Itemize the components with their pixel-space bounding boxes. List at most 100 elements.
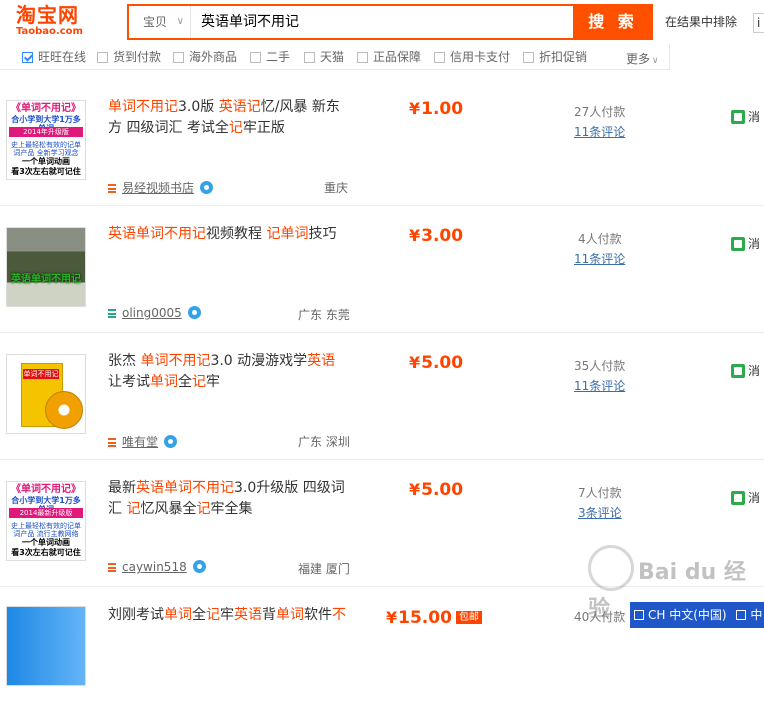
yen-sign: ¥ [409,353,421,372]
title-keyword-highlight: 英语单词不用记 [136,480,234,496]
thumb-text: 看3次左右就可记住 [11,548,81,557]
search-type-select[interactable]: 宝贝 ∨ [129,6,191,38]
product-thumbnail[interactable] [6,606,86,686]
consumer-protection-badge[interactable]: 消 [731,108,760,125]
search-input[interactable]: 英语单词不用记 [201,6,299,38]
title-text: 3.0 动漫游戏学 [210,353,308,369]
product-title[interactable]: 刘刚考试单词全记牢英语背单词软件不 [108,605,346,626]
seller-link[interactable]: oling0005 [108,306,201,320]
product-thumbnail[interactable]: 英语单词不用记 [6,227,86,307]
title-text: 全 [178,374,192,390]
shield-icon [731,110,745,124]
seller-rank-icon [108,309,116,318]
ime-text: CH 中文(中国) [648,608,727,622]
product-title[interactable]: 英语单词不用记视频教程 记单词技巧 [108,224,346,245]
title-text: 让考试 [108,374,150,390]
reviews-link[interactable]: 11条评论 [574,250,625,267]
filter-credit-card[interactable]: 信用卡支付 [434,50,510,64]
shield-icon [731,491,745,505]
title-keyword-highlight: 单词 [150,374,178,390]
cd-disc-image [45,391,83,429]
title-text: 视频教程 [206,226,267,242]
title-keyword-highlight: 英语 [307,353,336,369]
filter-wangwang-online[interactable]: 旺旺在线 [22,50,86,64]
title-text: 技巧 [308,226,337,242]
product-title[interactable]: 张杰 单词不用记3.0 动漫游戏学英语 让考试单词全记牢 [108,351,346,393]
thumb-text: 一个单词动画 [22,538,70,547]
checkbox-icon[interactable] [250,52,261,63]
seller-name: oling0005 [122,306,182,320]
checkbox-icon[interactable] [434,52,445,63]
reviews-link[interactable]: 3条评论 [578,504,622,521]
reviews-link[interactable]: 11条评论 [574,123,625,140]
more-filters-button[interactable]: 更多 ∨ [626,50,659,67]
search-button[interactable]: 搜 索 [573,4,653,40]
taobao-logo[interactable]: 淘宝网 Taobao.com [16,4,100,42]
filter-overseas[interactable]: 海外商品 [173,50,237,64]
title-text: 最新 [108,480,136,496]
title-text: 全 [192,607,206,623]
filter-bar: 旺旺在线 货到付款 海外商品 二手 天猫 正品保障 信用卡支付 折扣促销 更多 ∨ [0,44,670,70]
thumb-text: 一个单词动画 [22,157,70,166]
product-thumbnail[interactable]: 单词不用记 [6,354,86,434]
wangwang-icon[interactable] [164,435,178,448]
consumer-protection-badge[interactable]: 消 [731,235,760,252]
product-thumbnail[interactable]: 《单词不用记》 合小学到大学1万多单词 2014最新升级版 史上最轻松有效的记单… [6,481,86,561]
price-value: 3.00 [421,226,464,246]
seller-link[interactable]: 唯有堂 [108,433,178,450]
filter-second-hand[interactable]: 二手 [250,50,290,64]
title-keyword-highlight: 记 [196,501,211,517]
consumer-protection-badge[interactable]: 消 [731,489,760,506]
more-label: 更多 [626,52,651,66]
title-keyword-highlight: 不 [332,607,346,623]
title-text: 牢正版 [242,120,285,136]
checkbox-icon[interactable] [173,52,184,63]
checkbox-icon[interactable] [523,52,534,63]
title-keyword-highlight: 单词 [164,607,192,623]
consumer-protection-badge[interactable]: 消 [731,362,760,379]
location: 广东 深圳 [298,435,350,449]
sales-count: 27人付款 [574,105,626,119]
thumb-text: 史上最轻松有效的记单词产品 流行主教网络 [11,522,81,538]
thumb-text: 《单词不用记》 [11,484,81,495]
title-text: 软件 [304,607,332,623]
wangwang-icon[interactable] [192,560,206,573]
filter-cash-on-delivery[interactable]: 货到付款 [97,50,161,64]
thumb-text: 2014最新升级版 [9,508,83,518]
checkbox-icon[interactable] [304,52,315,63]
reviews-link[interactable]: 11条评论 [574,377,625,394]
filter-label: 天猫 [320,50,345,64]
filter-tmall[interactable]: 天猫 [304,50,344,64]
yen-sign: ¥ [409,226,421,245]
location: 重庆 [324,181,349,195]
exclude-label: 在结果中排除 [665,15,738,29]
title-keyword-highlight: 记 [126,501,141,517]
seller-link[interactable]: 易经视频书店 [108,179,214,196]
exclude-input[interactable]: i [753,13,764,33]
title-keyword-highlight: 记 [192,374,206,390]
title-text: 牢全集 [210,501,253,517]
checkbox-icon[interactable] [357,52,368,63]
filter-discount[interactable]: 折扣促销 [523,50,587,64]
title-keyword-highlight: 英语单词不用记 [108,226,206,242]
wangwang-icon[interactable] [200,181,214,194]
free-shipping-badge: 包邮 [455,611,482,624]
product-title[interactable]: 最新英语单词不用记3.0升级版 四级词汇 记忆风暴全记牢全集 [108,478,346,520]
filter-genuine[interactable]: 正品保障 [357,50,421,64]
title-keyword-highlight: 记 [228,120,243,136]
product-title[interactable]: 单词不用记3.0版 英语记忆/风暴 新东方 四级词汇 考试全记牢正版 [108,97,346,139]
thumb-text: 《单词不用记》 [11,103,81,114]
wangwang-icon[interactable] [187,306,201,319]
location: 广东 东莞 [298,308,350,322]
ime-indicator[interactable]: CH 中文(中国) 中 [630,602,764,628]
checkbox-icon[interactable] [97,52,108,63]
price-value: 1.00 [421,99,464,119]
seller-link[interactable]: caywin518 [108,560,206,574]
checkbox-icon[interactable] [22,52,33,63]
seller-name: 易经视频书店 [122,181,195,195]
price-value: 5.00 [421,480,464,500]
title-keyword-highlight: 单词不用记 [140,353,211,369]
badge-label: 消 [748,110,761,124]
product-thumbnail[interactable]: 《单词不用记》 合小学到大学1万多单词 2014年升级版 史上最轻松有效的记单词… [6,100,86,180]
title-text: 刘刚考试 [108,607,164,623]
